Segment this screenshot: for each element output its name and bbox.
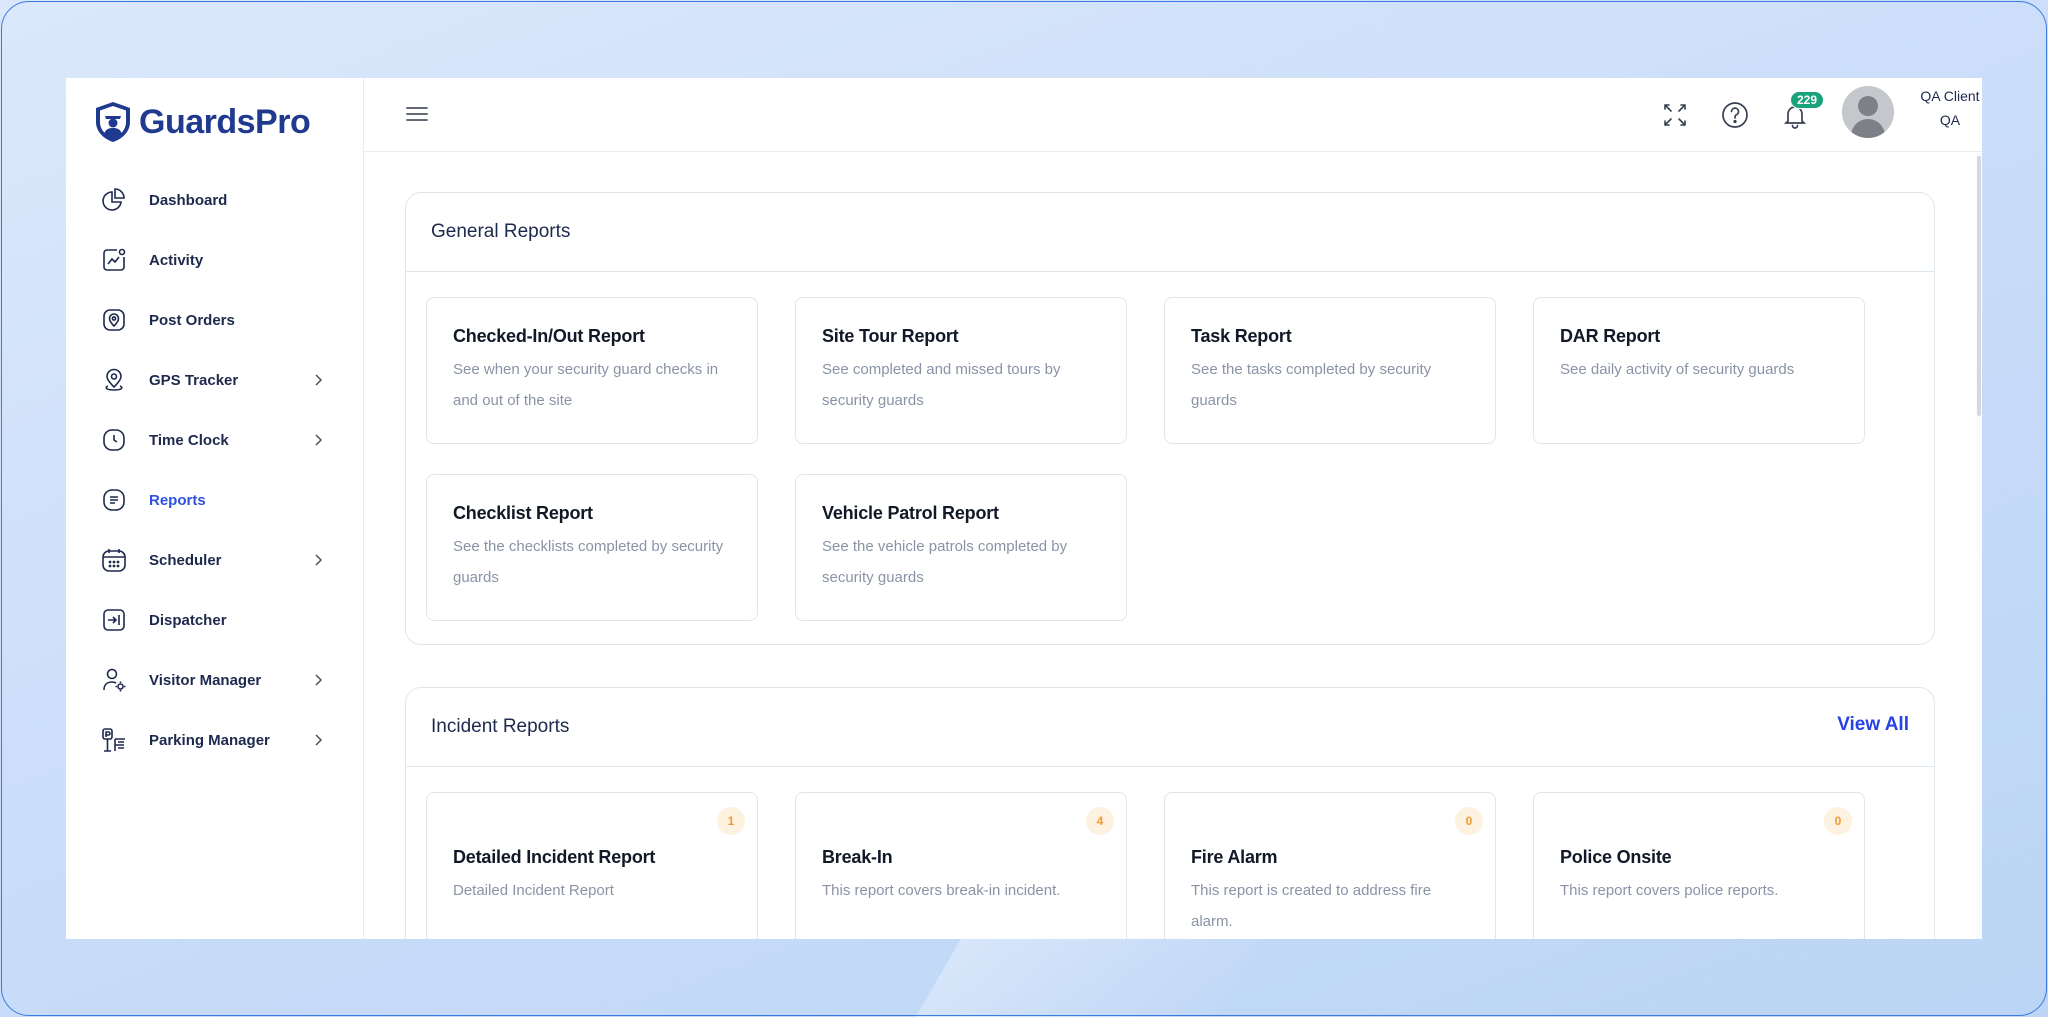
card-title: Police Onsite — [1560, 847, 1672, 867]
report-card-vehicle-patrol[interactable]: Vehicle Patrol Report See the vehicle pa… — [795, 474, 1127, 621]
calendar-icon — [100, 546, 128, 574]
parking-icon — [100, 726, 128, 754]
chevron-right-icon — [315, 734, 323, 746]
card-title: Checked-In/Out Report — [453, 326, 645, 346]
chevron-right-icon — [315, 554, 323, 566]
count-badge: 1 — [717, 807, 745, 835]
gps-pin-icon — [100, 366, 128, 394]
sidebar-item-label: GPS Tracker — [149, 371, 239, 389]
card-title: Vehicle Patrol Report — [822, 503, 999, 523]
sidebar-item-label: Time Clock — [149, 431, 229, 449]
report-card-checked-in-out[interactable]: Checked-In/Out Report See when your secu… — [426, 297, 758, 444]
panel-title: Incident Reports — [431, 716, 570, 737]
sidebar-item-activity[interactable]: Activity — [66, 230, 364, 290]
incident-card-fire-alarm[interactable]: 0 Fire Alarm This report is created to a… — [1164, 792, 1496, 939]
chevron-right-icon — [315, 434, 323, 446]
brand-logo[interactable]: GuardsPro — [93, 100, 311, 144]
card-title: Break-In — [822, 847, 893, 867]
card-description: This report covers break-in incident. — [822, 882, 1061, 899]
general-reports-panel: General Reports Checked-In/Out Report Se… — [405, 192, 1935, 645]
user-role[interactable]: QA — [1910, 112, 1982, 128]
card-description: This report is created to address fire a… — [1191, 882, 1432, 930]
report-card-checklist[interactable]: Checklist Report See the checklists comp… — [426, 474, 758, 621]
panel-title: General Reports — [431, 221, 571, 242]
card-title: Site Tour Report — [822, 326, 959, 346]
notification-count-badge: 229 — [1790, 91, 1824, 109]
main-content: General Reports Checked-In/Out Report Se… — [364, 152, 1976, 939]
avatar[interactable] — [1842, 86, 1894, 138]
scrollbar-thumb[interactable] — [1977, 156, 1981, 416]
sidebar-item-time-clock[interactable]: Time Clock — [66, 410, 364, 470]
panel-header: Incident Reports View All — [406, 688, 1934, 767]
app-window: GuardsPro Dashboard Activity Post Orders — [66, 78, 1982, 939]
visitor-icon — [100, 666, 128, 694]
card-title: Checklist Report — [453, 503, 593, 523]
incident-card-detailed[interactable]: 1 Detailed Incident Report Detailed Inci… — [426, 792, 758, 939]
sidebar-item-visitor-manager[interactable]: Visitor Manager — [66, 650, 364, 710]
sidebar-item-scheduler[interactable]: Scheduler — [66, 530, 364, 590]
incident-card-break-in[interactable]: 4 Break-In This report covers break-in i… — [795, 792, 1127, 939]
help-icon[interactable] — [1720, 100, 1750, 130]
sidebar-item-dispatcher[interactable]: Dispatcher — [66, 590, 364, 650]
sidebar: GuardsPro Dashboard Activity Post Orders — [66, 78, 364, 939]
count-badge: 0 — [1824, 807, 1852, 835]
guard-shield-icon — [96, 102, 130, 142]
clock-icon — [100, 426, 128, 454]
card-description: See the checklists completed by security… — [453, 538, 724, 586]
sidebar-item-label: Parking Manager — [149, 731, 270, 749]
sidebar-nav: Dashboard Activity Post Orders GPS Track… — [66, 170, 364, 770]
card-description: See when your security guard checks in a… — [453, 361, 719, 409]
brand-name: GuardsPro — [139, 102, 311, 141]
sidebar-item-label: Dispatcher — [149, 611, 227, 629]
card-description: Detailed Incident Report — [453, 882, 614, 899]
sidebar-item-label: Post Orders — [149, 311, 235, 329]
user-name[interactable]: QA Client — [1910, 88, 1982, 104]
chevron-right-icon — [315, 674, 323, 686]
location-pin-icon — [100, 306, 128, 334]
count-badge: 4 — [1086, 807, 1114, 835]
sidebar-item-gps-tracker[interactable]: GPS Tracker — [66, 350, 364, 410]
fullscreen-icon[interactable] — [1660, 100, 1690, 130]
card-title: DAR Report — [1560, 326, 1660, 346]
card-description: See daily activity of security guards — [1560, 361, 1795, 378]
sidebar-item-label: Reports — [149, 491, 206, 509]
chevron-right-icon — [315, 374, 323, 386]
sidebar-item-label: Visitor Manager — [149, 671, 262, 689]
incident-reports-panel: Incident Reports View All 1 Detailed Inc… — [405, 687, 1935, 939]
card-title: Task Report — [1191, 326, 1292, 346]
dispatch-icon — [100, 606, 128, 634]
report-card-task[interactable]: Task Report See the tasks completed by s… — [1164, 297, 1496, 444]
sidebar-item-dashboard[interactable]: Dashboard — [66, 170, 364, 230]
sidebar-item-label: Scheduler — [149, 551, 222, 569]
count-badge: 0 — [1455, 807, 1483, 835]
background-decoration — [914, 930, 1266, 1017]
card-title: Fire Alarm — [1191, 847, 1278, 867]
card-description: See completed and missed tours by securi… — [822, 361, 1061, 409]
card-description: See the vehicle patrols completed by sec… — [822, 538, 1068, 586]
incident-card-police-onsite[interactable]: 0 Police Onsite This report covers polic… — [1533, 792, 1865, 939]
menu-icon[interactable] — [404, 102, 430, 126]
top-bar: 229 QA Client QA — [364, 78, 1982, 152]
view-all-link[interactable]: View All — [1837, 714, 1909, 736]
panel-header: General Reports — [406, 193, 1934, 272]
activity-chart-icon — [100, 246, 128, 274]
report-card-site-tour[interactable]: Site Tour Report See completed and misse… — [795, 297, 1127, 444]
sidebar-item-label: Dashboard — [149, 191, 228, 209]
sidebar-item-label: Activity — [149, 251, 204, 269]
card-description: This report covers police reports. — [1560, 882, 1779, 899]
document-icon — [100, 486, 128, 514]
sidebar-item-post-orders[interactable]: Post Orders — [66, 290, 364, 350]
pie-chart-icon — [100, 186, 128, 214]
card-title: Detailed Incident Report — [453, 847, 656, 867]
card-description: See the tasks completed by security guar… — [1191, 361, 1432, 409]
report-card-dar[interactable]: DAR Report See daily activity of securit… — [1533, 297, 1865, 444]
sidebar-item-parking-manager[interactable]: Parking Manager — [66, 710, 364, 770]
sidebar-item-reports[interactable]: Reports — [66, 470, 364, 530]
